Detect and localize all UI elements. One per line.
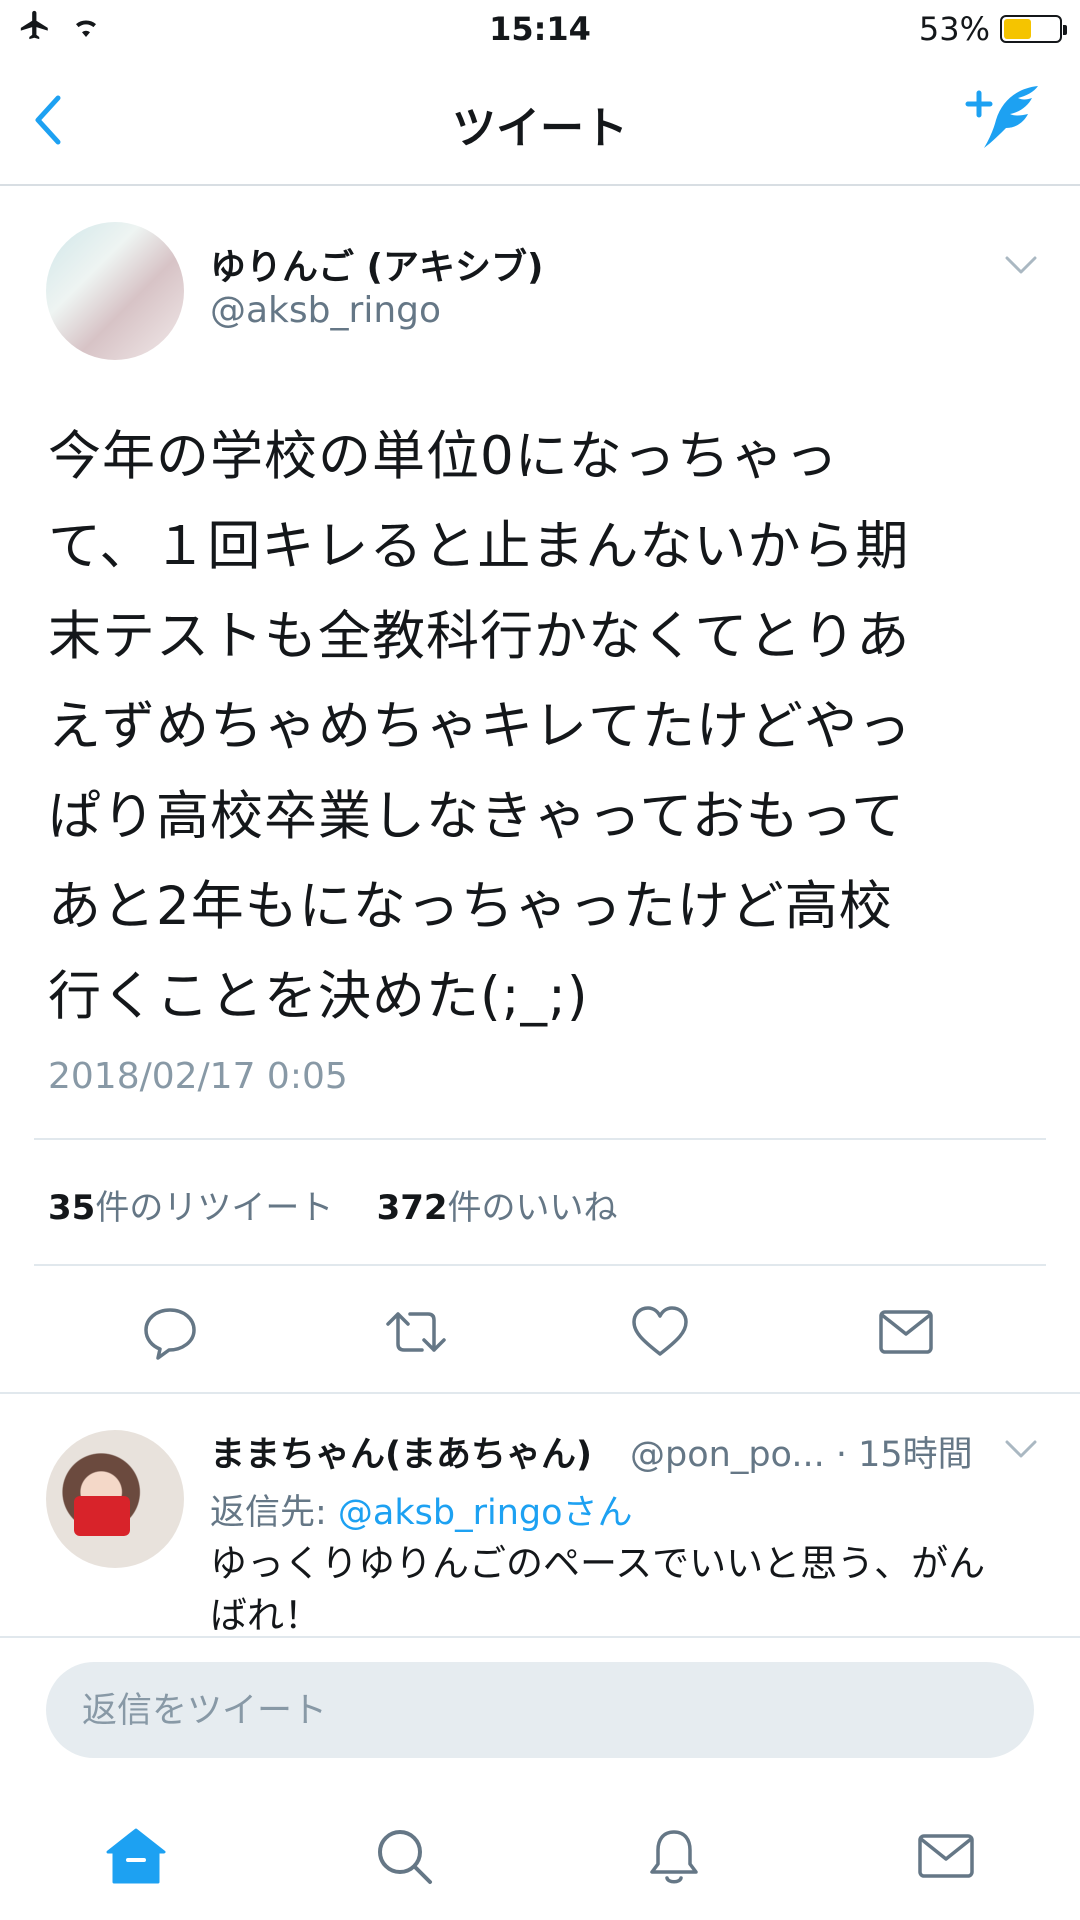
chevron-down-icon	[1005, 1440, 1037, 1458]
status-right: 53%	[918, 10, 1067, 48]
retweet-count: 35	[48, 1188, 96, 1228]
tweet-text-line: 末テストも全教科行かなくてとりあ	[48, 606, 911, 667]
nav-bar: ツイート	[0, 58, 1080, 186]
chevron-down-icon	[1005, 256, 1037, 274]
direct-message-button[interactable]	[876, 1302, 936, 1366]
reply-input[interactable]	[46, 1662, 984, 1760]
envelope-icon	[918, 1834, 974, 1878]
retweet-stat[interactable]: 35件のリツイート	[48, 1188, 333, 1228]
tweet-text-line: 今年の学校の単位0になっちゃっ	[48, 426, 839, 487]
retweet-label: 件のリツイート	[95, 1188, 334, 1228]
reply-context: 返信先: @aksb_ringoさん	[210, 1484, 633, 1535]
retweet-button[interactable]	[382, 1302, 450, 1366]
bell-icon	[650, 1830, 698, 1884]
tab-messages[interactable]	[916, 1826, 976, 1890]
heart-icon	[632, 1306, 688, 1356]
battery-fill	[1004, 19, 1032, 39]
tweet-text-line: 行くことを決めた(;_;)	[48, 966, 589, 1027]
battery-percent: 53%	[918, 10, 990, 48]
tweet-text-line: て、１回キレると止まんないから期	[48, 516, 910, 577]
tweet-text-line: ぱり高校卒業しなきゃっておもって	[48, 786, 906, 847]
like-count: 372	[376, 1188, 448, 1228]
retweet-icon	[386, 1312, 446, 1352]
tweet-stats: 35件のリツイート 372件のいいね	[48, 1180, 618, 1229]
like-stat[interactable]: 372件のいいね	[377, 1188, 618, 1228]
envelope-icon	[879, 1310, 933, 1354]
home-icon	[106, 1828, 166, 1884]
author-handle[interactable]: @aksb_ringo	[210, 290, 441, 331]
like-button[interactable]	[630, 1302, 690, 1366]
like-label: 件のいいね	[447, 1188, 618, 1228]
reply-handle-time[interactable]: @pon_po... · 15時間	[630, 1426, 973, 1477]
tweet-text-line: えずめちゃめちゃキレてたけどやっ	[48, 696, 912, 757]
tweet-actions	[0, 1292, 1080, 1378]
reply-menu-button[interactable]	[1004, 1438, 1038, 1464]
reply-author-avatar[interactable]	[46, 1430, 184, 1568]
reply-to-prefix: 返信先:	[210, 1493, 338, 1533]
compose-tweet-button[interactable]	[964, 82, 1044, 158]
divider	[34, 1138, 1046, 1140]
section-divider	[0, 1392, 1080, 1394]
status-bar: 15:14 53%	[0, 0, 1080, 58]
page-title: ツイート	[452, 103, 628, 154]
tweet-text: 今年の学校の単位0になっちゃっ て、１回キレると止まんないから期 末テストも全教…	[48, 412, 1038, 1042]
tweet-timestamp: 2018/02/17 0:05	[48, 1056, 348, 1097]
reply-composer[interactable]	[46, 1662, 1034, 1760]
tab-bar	[0, 1790, 1080, 1920]
reply-to-handle-link[interactable]: @aksb_ringoさん	[338, 1493, 633, 1533]
divider	[34, 1264, 1046, 1266]
tab-home[interactable]	[104, 1826, 168, 1890]
reply-author-name[interactable]: ままちゃん(まあちゃん)	[210, 1426, 592, 1477]
search-icon	[378, 1830, 432, 1884]
compose-feather-icon	[965, 86, 1038, 148]
battery-icon	[1000, 15, 1067, 43]
tab-search[interactable]	[374, 1826, 434, 1890]
author-display-name[interactable]: ゆりんご (アキシブ)	[210, 238, 543, 290]
reply-text: ゆっくりゆりんごのペースでいいと思う、がんばれ！	[210, 1542, 986, 1637]
author-avatar[interactable]	[46, 222, 184, 360]
tweet-text-line: あと2年もになっちゃったけど高校	[48, 876, 893, 937]
reply-icon	[144, 1308, 196, 1360]
tweet-menu-button[interactable]	[1004, 254, 1038, 280]
reply-button[interactable]	[140, 1302, 200, 1366]
tab-notifications[interactable]	[644, 1826, 704, 1892]
section-divider	[0, 1636, 1080, 1638]
